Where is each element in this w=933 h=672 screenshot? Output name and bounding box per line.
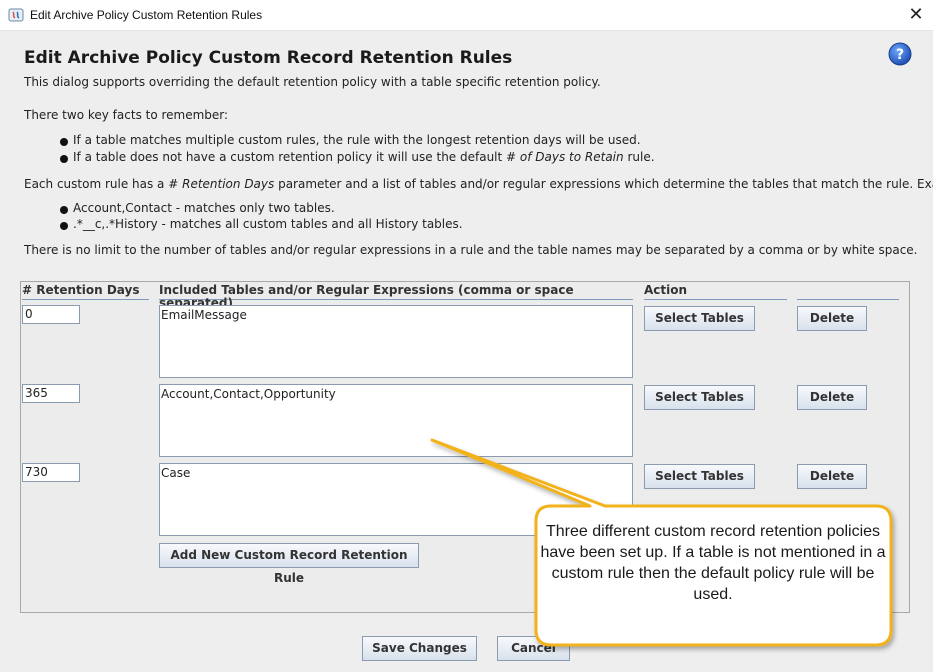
callout-text: Three different custom record retention … — [540, 523, 886, 603]
